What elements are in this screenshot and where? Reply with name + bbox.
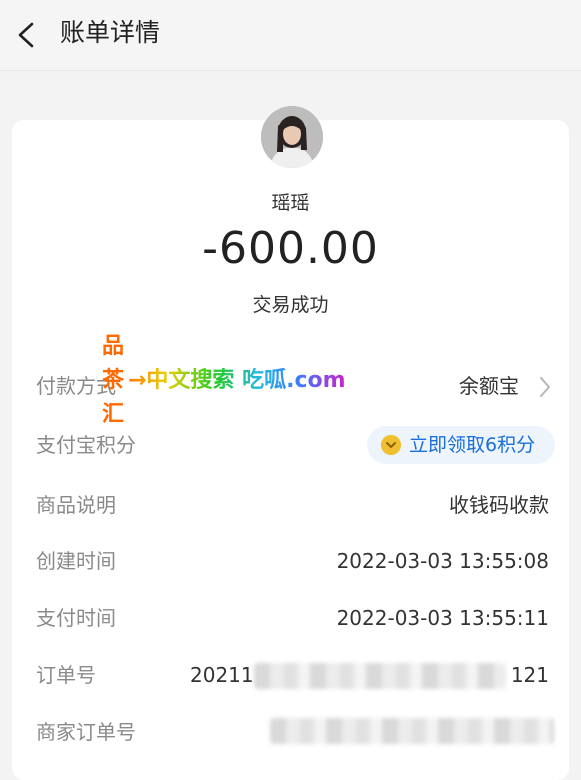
watermark-char-1: 品 bbox=[102, 334, 125, 359]
order-number-suffix: 121 bbox=[510, 663, 549, 687]
merchant-order-label: 商家订单号 bbox=[36, 720, 136, 744]
avatar-image bbox=[261, 106, 323, 168]
order-number-redacted bbox=[254, 663, 506, 689]
paid-time-value: 2022-03-03 13:55:11 bbox=[336, 606, 549, 630]
payee-name: 瑶瑶 bbox=[271, 192, 310, 214]
product-label: 商品说明 bbox=[36, 493, 116, 517]
coin-icon bbox=[381, 435, 401, 455]
avatar[interactable] bbox=[261, 106, 323, 168]
points-label: 支付宝积分 bbox=[36, 433, 136, 457]
chevron-right-icon[interactable] bbox=[539, 376, 551, 398]
watermark-text: →中文搜索 吃呱.com bbox=[128, 368, 346, 393]
chevron-left-icon[interactable] bbox=[12, 18, 42, 52]
product-value: 收钱码收款 bbox=[449, 493, 549, 517]
transaction-status: 交易成功 bbox=[252, 294, 329, 316]
created-time-value: 2022-03-03 13:55:08 bbox=[336, 549, 549, 573]
payment-method-value[interactable]: 余额宝 bbox=[459, 372, 519, 400]
claim-points-label: 立即领取6积分 bbox=[409, 434, 536, 456]
order-number-prefix: 20211 bbox=[190, 663, 254, 687]
order-number-label: 订单号 bbox=[36, 663, 96, 687]
watermark-char-2: 茶 bbox=[102, 368, 125, 393]
top-bar: 账单详情 bbox=[0, 0, 581, 71]
merchant-order-redacted bbox=[270, 718, 554, 744]
watermark-char-3: 汇 bbox=[102, 402, 125, 427]
created-time-label: 创建时间 bbox=[36, 549, 116, 573]
amount: -600.00 bbox=[202, 223, 379, 274]
page-title: 账单详情 bbox=[60, 18, 161, 47]
claim-points-button[interactable]: 立即领取6积分 bbox=[367, 426, 555, 464]
paid-time-label: 支付时间 bbox=[36, 606, 116, 630]
